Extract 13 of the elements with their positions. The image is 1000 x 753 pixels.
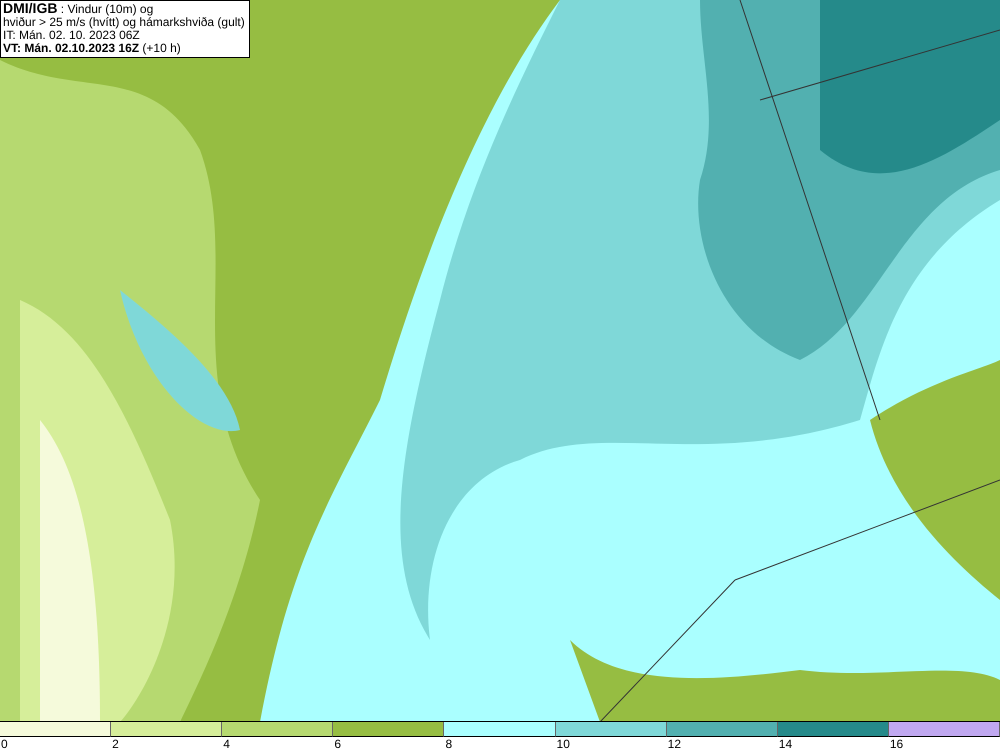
legend-tick-label: 12	[666, 737, 682, 752]
legend-tick-label: 4	[222, 737, 230, 752]
legend-tick-label: 16	[888, 737, 904, 752]
info-text: VT: Mán. 02.10.2023 16Z (+10 h)	[3, 42, 182, 55]
info-text: DMI/IGB : Vindur (10m) og	[3, 2, 154, 16]
info-text: IT: Mán. 02. 10. 2023 06Z	[3, 29, 141, 42]
legend-tick-label: 10	[556, 737, 570, 752]
legend-tick-label: 2	[111, 737, 119, 752]
legend-tick-label: 8	[444, 737, 452, 752]
legend-tick-label: 0	[0, 737, 8, 752]
legend-tick-label: 14	[778, 737, 792, 752]
info-text: hviður > 25 m/s (hvítt) og hámarkshviða (gult)	[3, 16, 245, 29]
legend-tick-label: 6	[333, 737, 342, 752]
